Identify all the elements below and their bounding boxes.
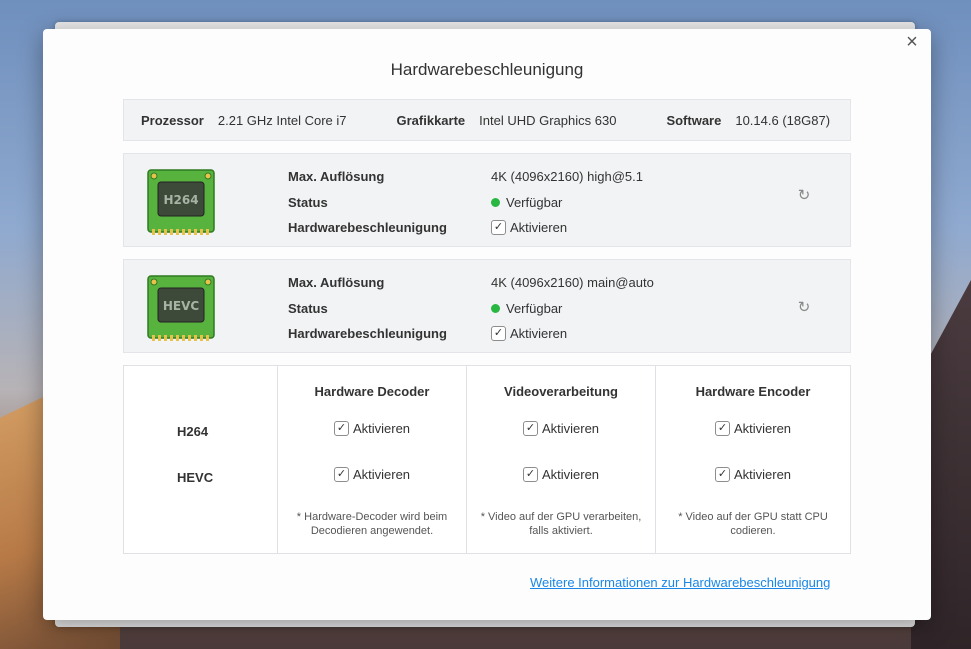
close-icon[interactable]: × [903,32,921,52]
matrix-row-labels: H264 HEVC [124,366,278,553]
matrix-note: * Video auf der GPU statt CPU codieren. [678,511,828,537]
chip-icon: HEVC [147,275,215,341]
checkbox-label: Aktivieren [352,421,411,436]
hw-accel-label: Hardwarebeschleunigung [288,220,447,236]
software-label: Software [666,112,722,128]
matrix-header: Hardware Decoder [314,384,430,399]
checkbox-label: Aktivieren [541,467,600,482]
hardware-acceleration-dialog: × Hardwarebeschleunigung Prozessor 2.21 … [43,29,931,620]
matrix-col-processing: Videoverarbeitung ✓ Aktivieren ✓ Aktiviere… [467,366,656,553]
refresh-icon[interactable]: ↻ [796,188,812,204]
codec-panel-h264: H264 Max. Auflösung 4K (4096x2160) high@5… [123,153,851,247]
software-value: 10.14.6 (18G87) [735,112,831,128]
acceleration-matrix: H264 HEVC Hardware Decoder ✓ Aktivieren ✓… [123,365,851,554]
processor-value: 2.21 GHz Intel Core i7 [217,112,347,128]
matrix-row-hevc: HEVC [177,470,214,485]
hw-accel-checkbox[interactable]: ✓ [491,220,506,236]
matrix-header: Hardware Encoder [695,384,811,399]
system-info-bar: Prozessor 2.21 GHz Intel Core i7 Grafikk… [123,99,851,141]
status-label: Status [288,300,328,316]
max-resolution-value: 4K (4096x2160) main@auto [491,275,654,291]
chip-icon: H264 [147,169,215,235]
gpu-value: Intel UHD Graphics 630 [479,112,617,128]
hw-accel-checkbox[interactable]: ✓ [491,326,506,342]
encoder-h264-checkbox[interactable]: ✓ [714,421,730,436]
chip-label: HEVC [163,299,200,313]
hw-accel-checkbox-label: Aktivieren [510,326,568,342]
matrix-col-encoder: Hardware Encoder ✓ Aktivieren ✓ Aktivieren… [656,366,850,553]
status-value: Verfügbar [506,300,563,316]
matrix-row-h264: H264 [177,424,209,439]
chip-label: H264 [163,193,198,207]
decoder-hevc-checkbox[interactable]: ✓ [333,467,349,482]
dialog-title: Hardwarebeschleunigung [390,60,584,79]
processing-h264-checkbox[interactable]: ✓ [522,421,538,436]
status-value: Verfügbar [506,194,563,210]
decoder-h264-checkbox[interactable]: ✓ [333,421,349,436]
max-resolution-label: Max. Auflösung [288,169,385,185]
matrix-note: * Video auf der GPU verarbeiten, falls a… [480,511,642,537]
checkbox-label: Aktivieren [733,421,792,436]
checkbox-label: Aktivieren [352,467,411,482]
hw-accel-checkbox-label: Aktivieren [510,220,568,236]
matrix-note: * Hardware-Decoder wird beim Decodieren … [296,511,448,537]
refresh-icon[interactable]: ↻ [796,300,812,316]
gpu-label: Grafikkarte [396,112,466,128]
matrix-header: Videoverarbeitung [504,384,618,399]
checkbox-label: Aktivieren [733,467,792,482]
checkbox-label: Aktivieren [541,421,600,436]
max-resolution-value: 4K (4096x2160) high@5.1 [491,169,643,185]
processor-label: Prozessor [141,112,204,128]
processing-hevc-checkbox[interactable]: ✓ [522,467,538,482]
more-info-link[interactable]: Weitere Informationen zur Hardwarebeschl… [530,575,830,590]
codec-panel-hevc: HEVC Max. Auflösung 4K (4096x2160) main@a… [123,259,851,353]
status-dot-icon [491,303,500,313]
status-label: Status [288,194,328,210]
hw-accel-label: Hardwarebeschleunigung [288,326,447,342]
encoder-hevc-checkbox[interactable]: ✓ [714,467,730,482]
matrix-col-decoder: Hardware Decoder ✓ Aktivieren ✓ Aktivieren… [278,366,467,553]
status-dot-icon [491,197,500,207]
max-resolution-label: Max. Auflösung [288,275,385,291]
